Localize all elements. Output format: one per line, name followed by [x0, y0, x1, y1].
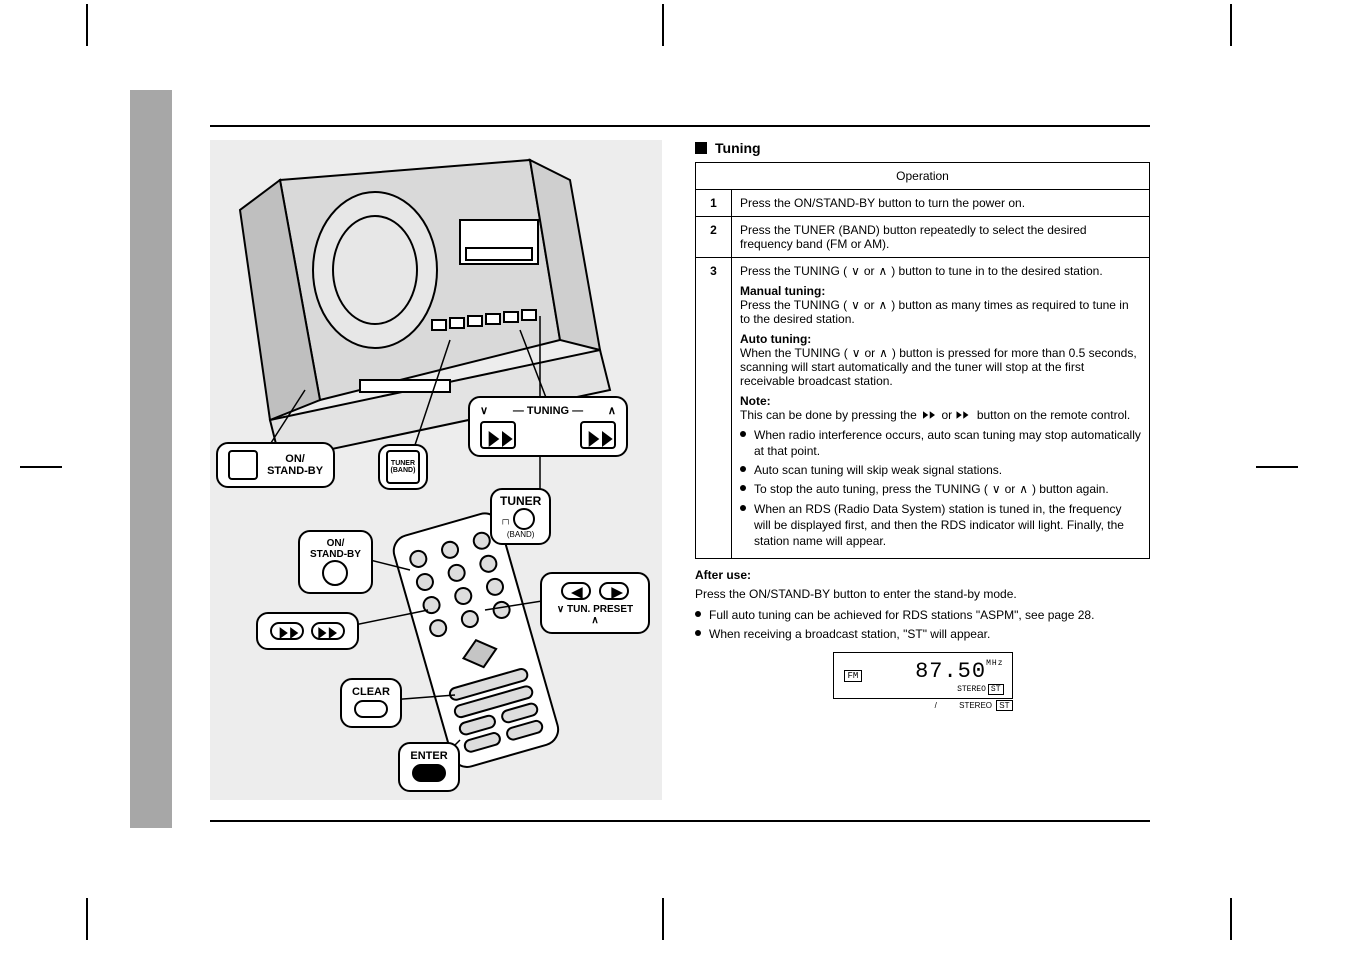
power-button-icon — [228, 450, 258, 480]
chevron-up-icon: ∧ — [879, 346, 889, 360]
list-item: When radio interference occurs, auto sca… — [740, 427, 1141, 459]
enter-button-icon — [412, 764, 446, 782]
tuning-label: TUNING — [527, 405, 569, 417]
steps-table: Operation 1 Press the ON/STAND-BY button… — [695, 162, 1150, 559]
step-number: 2 — [696, 217, 732, 258]
lcd-unit: MHz — [986, 659, 1003, 668]
note-label: Note: — [740, 394, 771, 408]
prev-track-button-icon — [480, 421, 516, 449]
crop-mark — [1230, 4, 1232, 46]
chevron-up-icon: ∧ — [878, 298, 888, 312]
step-text: Press the TUNING ( ∨ or ∧ ) button to tu… — [732, 258, 1150, 559]
lcd-freq: 87.50 — [915, 659, 986, 684]
step3-lead-c: ) button to tune in to the desired stati… — [891, 264, 1102, 278]
manual-tuning-title: Manual tuning: — [740, 284, 825, 298]
chevron-down-icon: ∨ — [851, 346, 861, 360]
tun-preset-label: TUN. PRESET — [567, 604, 633, 615]
on-standby-remote-label: ON/ STAND-BY — [310, 538, 361, 560]
operation-header: Operation — [696, 163, 1150, 190]
callout-on-standby-remote: ON/ STAND-BY — [298, 530, 373, 594]
step-text: Press the ON/STAND-BY button to turn the… — [732, 190, 1150, 217]
on-standby-label: ON/ STAND-BY — [267, 453, 323, 477]
crop-mark — [20, 466, 62, 468]
chevron-down-icon: ∨ — [557, 604, 564, 615]
next-button-icon — [311, 622, 345, 640]
crop-mark — [86, 898, 88, 940]
auto-tuning-title: Auto tuning: — [740, 332, 811, 346]
list-item: Full auto tuning can be achieved for RDS… — [695, 607, 1150, 623]
list-item: Auto scan tuning will skip weak signal s… — [740, 462, 1141, 478]
device-illustration: ON/ STAND-BY TUNER (BAND) ∨ — TUNING — ∧… — [210, 140, 662, 800]
crop-mark — [1256, 466, 1298, 468]
crop-mark — [662, 4, 664, 46]
lcd-display: 87.50MHz FM STEREOST — [833, 652, 1013, 699]
chevron-up-icon: ∧ — [608, 404, 616, 417]
side-tab — [130, 90, 172, 828]
lcd-st-badge: ST — [988, 684, 1004, 695]
instructions-column: Tuning Operation 1 Press the ON/STAND-BY… — [695, 140, 1150, 710]
chevron-up-icon: ∧ — [591, 615, 598, 626]
callout-on-standby-device: ON/ STAND-BY — [216, 442, 335, 488]
prev-track-icon — [920, 409, 938, 423]
rule-bottom — [210, 820, 1150, 822]
square-bullet-icon — [695, 142, 707, 154]
table-row: 1 Press the ON/STAND-BY button to turn t… — [696, 190, 1150, 217]
callout-tuning: ∨ — TUNING — ∧ — [468, 396, 628, 457]
clear-button-icon — [354, 700, 388, 718]
step-number: 3 — [696, 258, 732, 559]
callout-clear: CLEAR — [340, 678, 402, 728]
chevron-down-icon: ∨ — [850, 264, 860, 278]
list-item: When an RDS (Radio Data System) station … — [740, 501, 1141, 550]
lcd-caption: / STEREO ST — [833, 701, 1013, 710]
band-label: (BAND) — [500, 530, 541, 539]
callout-tuner: TUNER ┌┐ (BAND) — [490, 488, 551, 545]
table-row: 3 Press the TUNING ( ∨ or ∧ ) button to … — [696, 258, 1150, 559]
callout-tuner-band-small: TUNER (BAND) — [378, 444, 428, 490]
chevron-up-icon: ∧ — [1019, 481, 1029, 497]
callout-enter: ENTER — [398, 742, 460, 792]
manual-page: { "section_title": "Tuning", "table": { … — [0, 0, 1351, 954]
chevron-up-icon: ∧ — [878, 264, 888, 278]
crop-mark — [662, 898, 664, 940]
lcd-under-stereo: STEREO — [959, 701, 992, 710]
chevron-down-icon: ∨ — [850, 298, 860, 312]
after-use-title: After use: — [695, 567, 1150, 584]
step3-lead-b: or — [864, 264, 878, 278]
step3-bullets: When radio interference occurs, auto sca… — [740, 427, 1141, 549]
callout-transport — [256, 612, 359, 650]
list-item: To stop the auto tuning, press the TUNIN… — [740, 481, 1141, 497]
clear-label: CLEAR — [352, 686, 390, 698]
after-use-block: After use: Press the ON/STAND-BY button … — [695, 567, 1150, 642]
table-row: 2 Press the TUNER (BAND) button repeated… — [696, 217, 1150, 258]
lcd-fm-badge: FM — [844, 670, 863, 682]
callout-tun-preset: ∨ TUN. PRESET ∧ — [540, 572, 650, 634]
tuner-band-small-label: TUNER (BAND) — [386, 450, 420, 484]
power-button-remote-icon — [322, 560, 348, 586]
step-number: 1 — [696, 190, 732, 217]
prev-button-icon — [270, 622, 304, 640]
right-button-icon — [599, 582, 629, 600]
chevron-down-icon: ∨ — [480, 404, 488, 417]
rule-top — [210, 125, 1150, 127]
table-header-row: Operation — [696, 163, 1150, 190]
crop-mark — [86, 4, 88, 46]
enter-label: ENTER — [410, 750, 448, 762]
next-track-button-icon — [580, 421, 616, 449]
tuner-label: TUNER — [500, 494, 541, 508]
tuner-knob-icon — [513, 508, 535, 530]
lcd-block: 87.50MHz FM STEREOST / STEREO ST — [695, 652, 1150, 710]
section-title-text: Tuning — [715, 140, 761, 156]
list-item: When receiving a broadcast station, "ST"… — [695, 626, 1150, 642]
step3-lead-a: Press the TUNING ( — [740, 264, 847, 278]
lcd-stereo: STEREO — [957, 685, 986, 694]
next-track-icon — [955, 409, 973, 423]
lcd-under-st: ST — [996, 700, 1012, 711]
after-use-body: Press the ON/STAND-BY button to enter th… — [695, 586, 1150, 603]
step-text: Press the TUNER (BAND) button repeatedly… — [732, 217, 1150, 258]
crop-mark — [1230, 898, 1232, 940]
left-button-icon — [561, 582, 591, 600]
section-title: Tuning — [695, 140, 1150, 156]
chevron-down-icon: ∨ — [991, 481, 1001, 497]
